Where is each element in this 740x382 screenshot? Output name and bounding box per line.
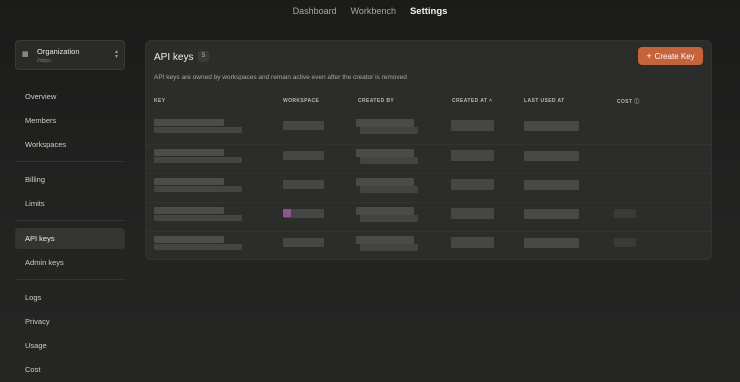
column-last-used-at[interactable]: LAST USED AT [524,98,565,104]
redacted-creator [360,244,418,251]
table-row[interactable] [146,115,713,144]
building-icon: ▦ [22,51,29,58]
redacted-workspace [283,238,324,247]
table-row[interactable] [146,231,713,260]
sort-asc-icon: ˄ [489,98,493,104]
redacted-key [154,215,242,221]
tab-dashboard[interactable]: Dashboard [293,4,337,18]
sidebar-item-usage[interactable]: Usage [15,335,125,356]
redacted-creator [356,149,414,157]
create-key-button[interactable]: + Create Key [638,47,703,65]
top-nav: Dashboard Workbench Settings [0,0,740,22]
sidebar-item-limits[interactable]: Limits [15,193,125,214]
sidebar-item-logs[interactable]: Logs [15,287,125,308]
sidebar-item-workspaces[interactable]: Workspaces [15,134,125,155]
table-row[interactable] [146,202,713,231]
redacted-key [154,127,242,133]
sidebar-divider [15,220,125,221]
redacted-created-at [451,120,494,131]
column-created-at[interactable]: CREATED AT ˄ [452,98,492,104]
redacted-workspace [283,151,324,160]
redacted-last-used [524,238,579,248]
redacted-key [154,186,242,192]
key-count-badge: 5 [198,51,209,62]
workspace-color-swatch [283,209,291,217]
redacted-creator [356,236,414,244]
column-cost[interactable]: COST ⓘ [617,98,640,105]
redacted-key [154,207,224,214]
chevron-updown-icon: ▴ ▾ [114,49,118,60]
sidebar-item-api-keys[interactable]: API keys [15,228,125,249]
redacted-created-at [451,179,494,190]
sidebar-item-members[interactable]: Members [15,110,125,131]
redacted-last-used [524,121,579,131]
page-title: API keys [154,52,194,63]
sidebar-item-cost[interactable]: Cost [15,359,125,380]
table-row[interactable] [146,144,713,173]
table-header: KEY WORKSPACE CREATED BY CREATED AT ˄ LA… [146,98,713,108]
redacted-created-at [451,150,494,161]
redacted-creator [360,127,418,134]
api-keys-panel: API keys 5 + Create Key API keys are own… [145,40,713,260]
column-key[interactable]: KEY [154,98,165,104]
organization-subtitle: //ddpu [37,57,51,64]
redacted-workspace [283,180,324,189]
page-description: API keys are owned by workspaces and rem… [154,74,407,81]
table-body [146,115,713,260]
redacted-key [154,244,242,250]
column-created-by[interactable]: CREATED BY [358,98,394,104]
redacted-last-used [524,209,579,219]
sidebar-item-privacy[interactable]: Privacy [15,311,125,332]
redacted-created-at [451,208,494,219]
redacted-creator [356,207,414,215]
redacted-creator [356,178,414,186]
organization-switcher[interactable]: ▦ Organization //ddpu ▴ ▾ [15,40,125,70]
sidebar-item-billing[interactable]: Billing [15,169,125,190]
info-icon: ⓘ [634,99,640,105]
redacted-cost [614,209,636,218]
redacted-last-used [524,151,579,161]
sidebar: ▦ Organization //ddpu ▴ ▾ Overview Member… [15,40,125,382]
redacted-workspace [283,121,324,130]
plus-icon: + [646,50,652,61]
sidebar-item-admin-keys[interactable]: Admin keys [15,252,125,273]
redacted-creator [360,215,418,222]
table-row[interactable] [146,173,713,202]
redacted-key [154,149,224,156]
column-workspace[interactable]: WORKSPACE [283,98,319,104]
organization-name: Organization [37,46,80,56]
redacted-cost [614,238,636,247]
sidebar-item-overview[interactable]: Overview [15,86,125,107]
redacted-key [154,119,224,126]
create-key-label: Create Key [654,51,695,61]
tab-settings[interactable]: Settings [410,4,447,19]
redacted-creator [360,186,418,193]
redacted-creator [360,157,418,164]
redacted-key [154,157,242,163]
sidebar-divider [15,279,125,280]
redacted-creator [356,119,414,127]
redacted-created-at [451,237,494,248]
sidebar-divider [15,161,125,162]
redacted-key [154,236,224,243]
redacted-last-used [524,180,579,190]
redacted-key [154,178,224,185]
tab-workbench[interactable]: Workbench [351,4,396,18]
